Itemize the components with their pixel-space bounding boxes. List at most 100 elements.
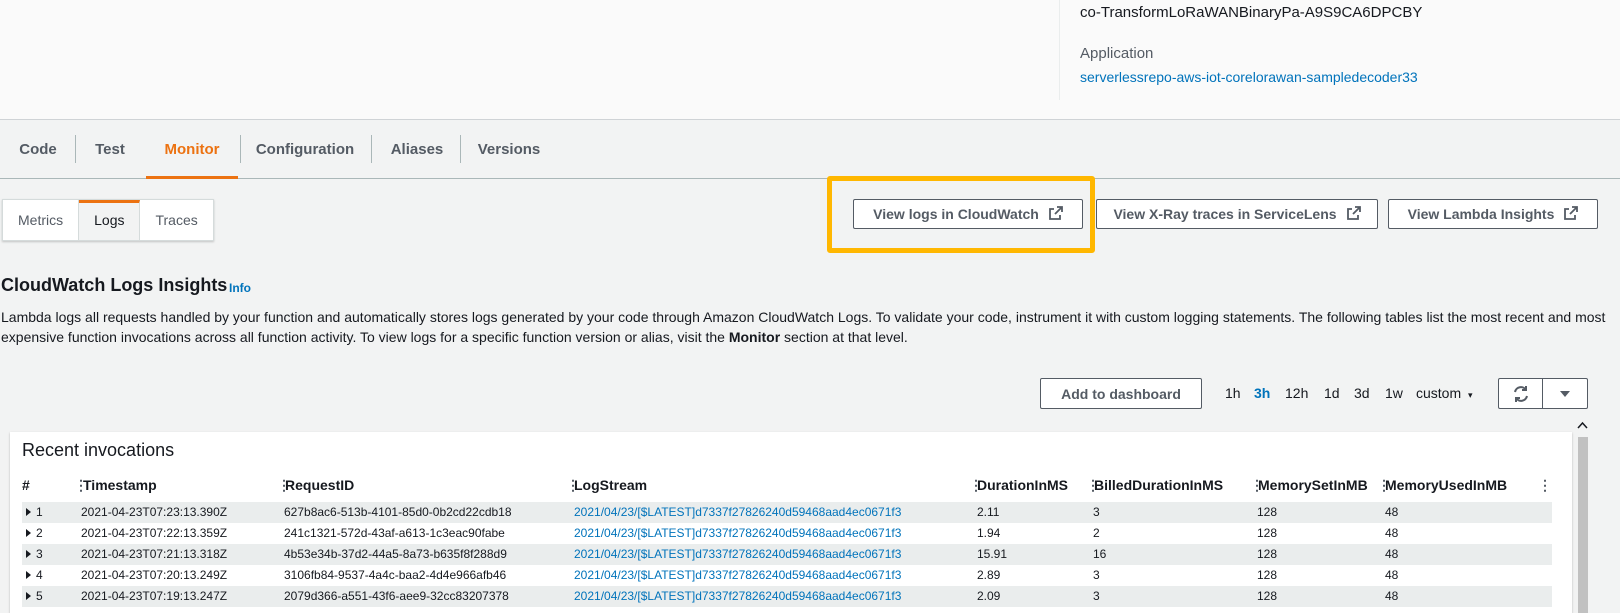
range-custom[interactable]: custom ▾ xyxy=(1416,385,1473,401)
scroll-up-arrow-icon[interactable] xyxy=(1575,419,1590,433)
cell-request-id: 4b53e34b-37d2-44a5-8a73-b635f8f288d9 xyxy=(284,547,507,561)
cell-billed-duration: 3 xyxy=(1093,568,1100,582)
desc-monitor-bold: Monitor xyxy=(728,329,781,345)
caret-down-icon xyxy=(1560,390,1570,397)
range-3d[interactable]: 3d xyxy=(1354,385,1370,401)
tab-versions[interactable]: Versions xyxy=(461,133,557,179)
expand-caret-icon[interactable] xyxy=(26,571,31,579)
column-header-billed-duration[interactable]: BilledDurationInMS xyxy=(1094,477,1223,493)
cell-number: 5 xyxy=(36,589,43,603)
info-link[interactable]: Info xyxy=(229,281,251,295)
cell-timestamp: 2021-04-23T07:23:13.390Z xyxy=(81,505,228,519)
cell-memory-used: 48 xyxy=(1385,505,1399,519)
range-3h[interactable]: 3h xyxy=(1254,385,1270,401)
view-xray-traces-button[interactable]: View X-Ray traces in ServiceLens xyxy=(1096,199,1378,229)
external-link-icon xyxy=(1564,205,1579,223)
cell-memory-used: 48 xyxy=(1385,526,1399,540)
cell-duration: 2.89 xyxy=(977,568,1001,582)
application-link[interactable]: serverlessrepo-aws-iot-corelorawan-sampl… xyxy=(1080,69,1418,85)
cell-duration: 2.11 xyxy=(977,505,1000,519)
cell-timestamp: 2021-04-23T07:20:13.249Z xyxy=(81,568,228,582)
tab-aliases[interactable]: Aliases xyxy=(372,133,462,179)
vertical-scrollbar[interactable] xyxy=(1575,419,1590,613)
cell-number: 2 xyxy=(36,526,43,540)
range-1d[interactable]: 1d xyxy=(1324,385,1340,401)
refresh-dropdown-button[interactable] xyxy=(1543,379,1587,408)
tab-test[interactable]: Test xyxy=(76,133,144,179)
view-xray-label: View X-Ray traces in ServiceLens xyxy=(1113,206,1337,222)
cell-timestamp: 2021-04-23T07:21:13.318Z xyxy=(81,547,228,561)
sub-tab-metrics[interactable]: Metrics xyxy=(3,200,80,240)
application-label: Application xyxy=(1080,45,1154,62)
range-12h[interactable]: 12h xyxy=(1285,385,1308,401)
cell-log-stream-link[interactable]: 2021/04/23/[$LATEST]d7337f27826240d59468… xyxy=(574,526,901,540)
cell-billed-duration: 3 xyxy=(1093,505,1100,519)
view-logs-label: View logs in CloudWatch xyxy=(873,206,1039,222)
range-1w[interactable]: 1w xyxy=(1385,385,1403,401)
desc-text-end: section at that level. xyxy=(780,329,908,345)
tab-code[interactable]: Code xyxy=(0,133,76,179)
cell-billed-duration: 3 xyxy=(1093,589,1100,603)
main-tabs: Code Test Monitor Configuration Aliases … xyxy=(0,133,1620,179)
column-header-timestamp[interactable]: Timestamp xyxy=(83,477,157,493)
monitor-sub-tabs: Metrics Logs Traces xyxy=(2,199,214,241)
cell-request-id: 2079d366-a551-43f6-aee9-32cc83207378 xyxy=(284,589,509,603)
refresh-button[interactable] xyxy=(1499,379,1543,408)
cell-memory-set: 128 xyxy=(1257,526,1278,540)
cell-number: 4 xyxy=(36,568,43,582)
cell-memory-set: 128 xyxy=(1257,589,1278,603)
range-1h[interactable]: 1h xyxy=(1225,385,1241,401)
cell-number: 1 xyxy=(36,505,43,519)
table-row: 5 2021-04-23T07:19:13.247Z 2079d366-a551… xyxy=(22,586,1552,607)
tab-monitor[interactable]: Monitor xyxy=(146,133,238,179)
expand-caret-icon[interactable] xyxy=(26,550,31,558)
tab-configuration[interactable]: Configuration xyxy=(241,133,369,179)
function-details-panel: co-TransformLoRaWANBinaryPa-A9S9CA6DPCBY… xyxy=(0,0,1620,120)
function-name: co-TransformLoRaWANBinaryPa-A9S9CA6DPCBY xyxy=(1080,4,1423,21)
sub-tab-logs[interactable]: Logs xyxy=(79,200,141,240)
cell-memory-used: 48 xyxy=(1385,547,1399,561)
add-to-dashboard-button[interactable]: Add to dashboard xyxy=(1040,378,1202,409)
cell-billed-duration: 2 xyxy=(1093,526,1100,540)
cell-memory-used: 48 xyxy=(1385,568,1399,582)
cell-log-stream-link[interactable]: 2021/04/23/[$LATEST]d7337f27826240d59468… xyxy=(574,547,901,561)
range-custom-label: custom xyxy=(1416,385,1462,401)
external-link-icon xyxy=(1346,205,1361,223)
cell-request-id: 627b8ac6-513b-4101-85d0-0b2cd22cdb18 xyxy=(284,505,512,519)
table-row: 1 2021-04-23T07:23:13.390Z 627b8ac6-513b… xyxy=(22,502,1552,523)
cell-billed-duration: 16 xyxy=(1093,547,1107,561)
recent-invocations-panel: Recent invocations # ⋮ Timestamp ⋮ Reque… xyxy=(10,432,1572,613)
cell-memory-set: 128 xyxy=(1257,568,1278,582)
column-header-logstream[interactable]: LogStream xyxy=(574,477,647,493)
column-header-memory-used[interactable]: MemoryUsedInMB xyxy=(1385,477,1507,493)
cell-log-stream-link[interactable]: 2021/04/23/[$LATEST]d7337f27826240d59468… xyxy=(574,568,901,582)
cell-timestamp: 2021-04-23T07:19:13.247Z xyxy=(81,589,228,603)
refresh-icon xyxy=(1513,385,1528,402)
column-header-duration[interactable]: DurationInMS xyxy=(977,477,1068,493)
insights-description: Lambda logs all requests handled by your… xyxy=(1,307,1616,347)
cell-memory-set: 128 xyxy=(1257,547,1278,561)
column-header-requestid[interactable]: RequestID xyxy=(285,477,354,493)
expand-caret-icon[interactable] xyxy=(26,529,31,537)
cell-log-stream-link[interactable]: 2021/04/23/[$LATEST]d7337f27826240d59468… xyxy=(574,505,901,519)
expand-caret-icon[interactable] xyxy=(26,592,31,600)
column-header-number: # xyxy=(22,477,30,493)
table-row: 3 2021-04-23T07:21:13.318Z 4b53e34b-37d2… xyxy=(22,544,1552,565)
cell-request-id: 241c1321-572d-43af-a613-1c3eac90fabe xyxy=(284,526,505,540)
panel-title: Recent invocations xyxy=(22,440,175,460)
refresh-button-group xyxy=(1498,378,1588,409)
sub-tab-traces[interactable]: Traces xyxy=(140,200,212,240)
cell-duration: 2.09 xyxy=(977,589,1001,603)
cell-log-stream-link[interactable]: 2021/04/23/[$LATEST]d7337f27826240d59468… xyxy=(574,589,901,603)
scrollbar-thumb[interactable] xyxy=(1578,437,1588,613)
view-lambda-insights-button[interactable]: View Lambda Insights xyxy=(1388,199,1598,229)
view-logs-cloudwatch-button[interactable]: View logs in CloudWatch xyxy=(853,199,1083,229)
column-header-memory-set[interactable]: MemorySetInMB xyxy=(1258,477,1368,493)
expand-caret-icon[interactable] xyxy=(26,508,31,516)
external-link-icon xyxy=(1048,205,1063,223)
cell-memory-set: 128 xyxy=(1257,505,1278,519)
table-row: 4 2021-04-23T07:20:13.249Z 3106fb84-9537… xyxy=(22,565,1552,586)
column-resize-handle[interactable]: ⋮ xyxy=(1538,477,1552,494)
table-row: 2 2021-04-23T07:22:13.359Z 241c1321-572d… xyxy=(22,523,1552,544)
insights-title: CloudWatch Logs Insights xyxy=(1,275,228,295)
